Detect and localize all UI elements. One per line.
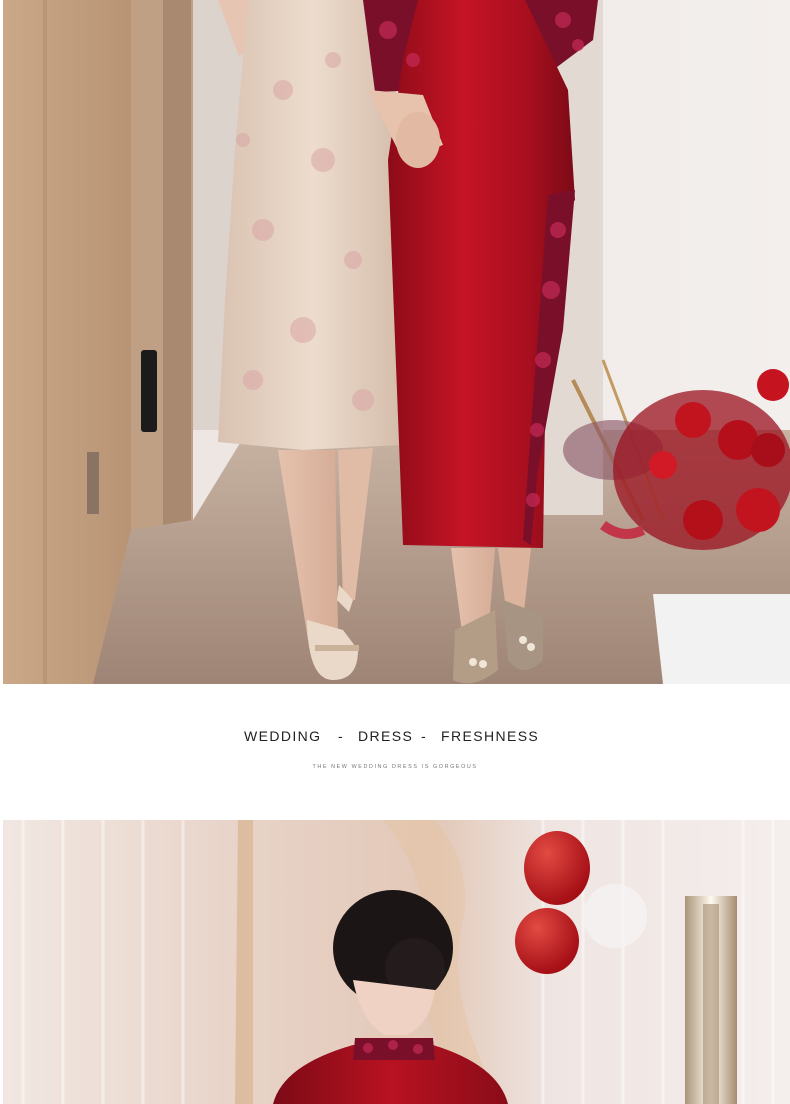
wood-panel xyxy=(3,0,131,684)
caption-separator-2: - xyxy=(421,728,428,744)
top-dress-photo xyxy=(3,0,790,684)
caption-subtitle: THE NEW WEDDING DRESS IS GORGEOUS xyxy=(312,764,478,770)
bottom-photo-illustration xyxy=(3,820,790,1104)
bottom-dress-photo xyxy=(3,820,790,1104)
door-handle xyxy=(141,350,157,432)
caption-separator-1: - xyxy=(338,728,345,744)
caption-word-freshness: FRESHNESS xyxy=(441,728,540,744)
rug xyxy=(653,594,790,684)
caption-word-dress: DRESS xyxy=(358,728,414,744)
caption-word-wedding: WEDDING xyxy=(244,728,322,744)
light-switch xyxy=(87,452,99,514)
top-photo-illustration xyxy=(3,0,790,684)
caption-heading: WEDDING - DRESS - FRESHNESS xyxy=(0,728,790,748)
